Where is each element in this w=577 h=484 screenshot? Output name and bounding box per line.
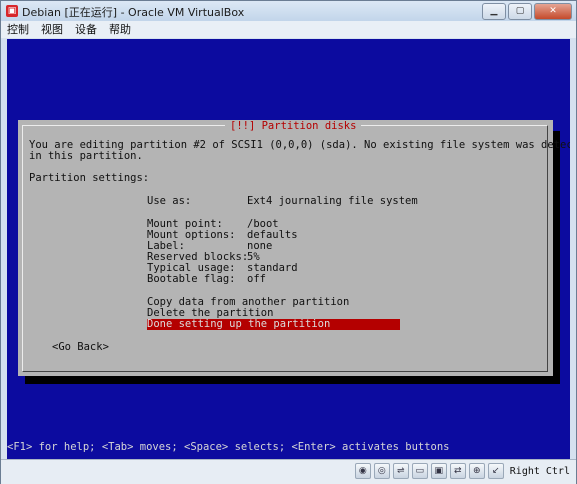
display-icon[interactable]: ▣: [430, 463, 447, 479]
go-back-button[interactable]: <Go Back>: [52, 342, 109, 353]
shared-folder-icon[interactable]: ▭: [411, 463, 428, 479]
vm-screen[interactable]: [!!] Partition disks You are editing par…: [7, 39, 570, 459]
virtualbox-window: ▣ Debian [正在运行] - Oracle VM VirtualBox ▁…: [0, 0, 577, 484]
menu-bar: 控制 视图 设备 帮助: [1, 21, 576, 38]
dialog-title: [!!] Partition disks: [225, 120, 362, 132]
title-bar[interactable]: ▣ Debian [正在运行] - Oracle VM VirtualBox ▁…: [1, 1, 576, 21]
mouse-icon[interactable]: ⊕: [468, 463, 485, 479]
menu-help[interactable]: 帮助: [103, 21, 137, 38]
cd-icon[interactable]: ◎: [373, 463, 390, 479]
window-controls: ▁ ▢ ✕: [482, 3, 572, 20]
dialog-frame: [22, 125, 548, 372]
use-as-label[interactable]: Use as:: [147, 196, 191, 207]
host-key-label: Right Ctrl: [509, 465, 570, 477]
usb-icon[interactable]: ⇌: [392, 463, 409, 479]
partition-dialog: [!!] Partition disks You are editing par…: [18, 120, 570, 376]
hostkey-arrow-icon: ↙: [487, 463, 504, 479]
keyboard-help-line: <F1> for help; <Tab> moves; <Space> sele…: [7, 441, 450, 453]
setting-bootable-flag-value[interactable]: off: [247, 274, 266, 285]
hdd-icon[interactable]: ◉: [354, 463, 371, 479]
maximize-button[interactable]: ▢: [508, 3, 532, 20]
action-done-setting-up[interactable]: Done setting up the partition: [147, 319, 400, 330]
network-icon[interactable]: ⇄: [449, 463, 466, 479]
status-icons: ◉ ◎ ⇌ ▭ ▣ ⇄ ⊕ ↙ Right Ctrl: [354, 463, 570, 479]
minimize-button[interactable]: ▁: [482, 3, 506, 20]
window-title: Debian [正在运行] - Oracle VM VirtualBox: [22, 6, 245, 19]
menu-control[interactable]: 控制: [1, 21, 35, 38]
close-button[interactable]: ✕: [534, 3, 572, 20]
setting-bootable-flag-label[interactable]: Bootable flag:: [147, 274, 236, 285]
settings-heading: Partition settings:: [29, 172, 150, 184]
intro-text-line2: in this partition.: [29, 150, 143, 162]
virtualbox-app-icon: ▣: [6, 5, 18, 17]
use-as-value[interactable]: Ext4 journaling file system: [247, 196, 418, 207]
menu-view[interactable]: 视图: [35, 21, 69, 38]
menu-devices[interactable]: 设备: [69, 21, 103, 38]
status-bar: ◉ ◎ ⇌ ▭ ▣ ⇄ ⊕ ↙ Right Ctrl: [1, 459, 576, 484]
